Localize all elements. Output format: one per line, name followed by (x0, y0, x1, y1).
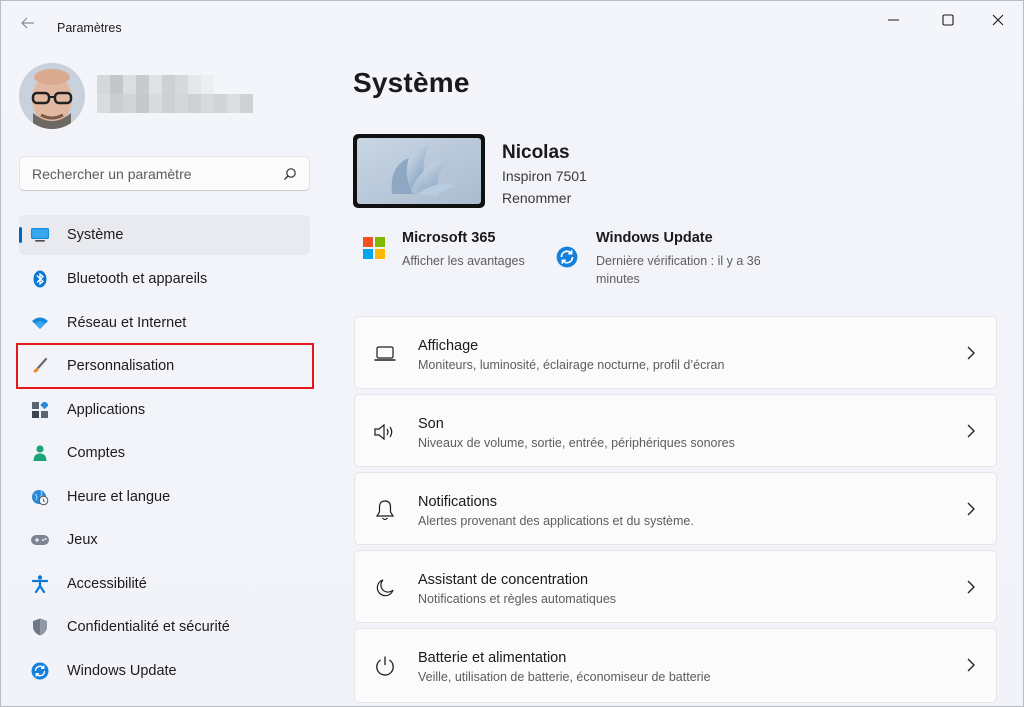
sidebar-item-confidentialite[interactable]: Confidentialité et sécurité (19, 607, 310, 647)
sidebar-item-label: Bluetooth et appareils (67, 271, 208, 287)
app-title: Paramètres (57, 21, 122, 35)
sidebar-item-applications[interactable]: Applications (19, 390, 310, 430)
search-input[interactable] (32, 164, 272, 184)
avatar[interactable] (19, 63, 85, 129)
promo-subtitle: Dernière vérification : il y a 36 minute… (596, 254, 761, 286)
wifi-icon (31, 314, 49, 332)
shield-icon (31, 618, 49, 636)
power-icon (373, 654, 397, 678)
card-title: Notifications (418, 494, 497, 510)
page-title: Système (353, 67, 470, 98)
sidebar-item-label: Accessibilité (67, 576, 147, 592)
promo-title: Microsoft 365 (402, 230, 496, 246)
device-name: Nicolas (502, 142, 570, 163)
card-batterie[interactable]: Batterie et alimentation Veille, utilisa… (354, 628, 997, 703)
sidebar-item-reseau[interactable]: Réseau et Internet (19, 303, 310, 343)
sidebar-item-label: Jeux (67, 532, 98, 548)
back-arrow-icon[interactable] (15, 13, 41, 33)
card-title: Son (418, 416, 444, 432)
card-assistant-concentration[interactable]: Assistant de concentration Notifications… (354, 550, 997, 623)
sidebar-item-label: Système (67, 227, 124, 243)
close-button[interactable] (975, 9, 1021, 31)
settings-window: Paramètres Rechercher un paramètre Systè… (0, 0, 1024, 707)
promo-subtitle: Afficher les avantages (402, 254, 525, 268)
sidebar-item-heure-langue[interactable]: Heure et langue (19, 477, 310, 517)
maximize-button[interactable] (925, 9, 971, 31)
microsoft-logo-icon (363, 237, 385, 259)
laptop-icon (373, 342, 397, 366)
card-affichage[interactable]: Affichage Moniteurs, luminosité, éclaira… (354, 316, 997, 389)
card-subtitle: Alertes provenant des applications et du… (418, 514, 694, 528)
profile-name-blurred (97, 75, 253, 113)
bell-icon (373, 498, 397, 522)
sidebar-item-label: Applications (67, 402, 146, 418)
promo-title: Windows Update (596, 230, 713, 246)
rename-link[interactable]: Renommer (502, 190, 571, 206)
bluetooth-icon (31, 270, 49, 288)
apps-icon (31, 401, 49, 419)
person-icon (31, 444, 49, 462)
card-subtitle: Veille, utilisation de batterie, économi… (418, 670, 711, 684)
sidebar-item-jeux[interactable]: Jeux (19, 520, 310, 560)
search-box[interactable] (19, 156, 310, 191)
card-subtitle: Notifications et règles automatiques (418, 592, 617, 606)
card-title: Assistant de concentration (418, 572, 589, 588)
sidebar-item-personnalisation[interactable]: Personnalisation (19, 346, 310, 386)
sidebar-item-label: Réseau et Internet (67, 315, 187, 331)
gamepad-icon (31, 531, 49, 549)
chevron-right-icon (964, 500, 978, 518)
active-indicator (19, 227, 22, 243)
brush-icon (31, 357, 49, 375)
card-subtitle: Niveaux de volume, sortie, entrée, périp… (418, 436, 735, 450)
sidebar-item-label: Confidentialité et sécurité (67, 619, 230, 635)
moon-icon (373, 576, 397, 600)
sidebar-item-label: Windows Update (67, 663, 177, 679)
sidebar-item-bluetooth[interactable]: Bluetooth et appareils (19, 259, 310, 299)
chevron-right-icon (964, 344, 978, 362)
chevron-right-icon (964, 578, 978, 596)
chevron-right-icon (964, 422, 978, 440)
sidebar-item-windows-update[interactable]: Windows Update (19, 651, 310, 691)
device-model: Inspiron 7501 (502, 168, 587, 184)
device-wallpaper-thumbnail (353, 134, 485, 208)
sidebar-item-label: Heure et langue (67, 489, 171, 505)
search-icon[interactable] (283, 167, 297, 181)
display-icon (31, 226, 49, 244)
sidebar-item-label: Comptes (67, 445, 126, 461)
update-icon (31, 662, 49, 680)
card-subtitle: Moniteurs, luminosité, éclairage nocturn… (418, 358, 725, 372)
minimize-button[interactable] (871, 9, 917, 31)
chevron-right-icon (964, 656, 978, 674)
card-title: Affichage (418, 338, 479, 354)
card-notifications[interactable]: Notifications Alertes provenant des appl… (354, 472, 997, 545)
sidebar-item-systeme[interactable]: Système (19, 215, 310, 255)
sidebar-item-comptes[interactable]: Comptes (19, 433, 310, 473)
update-icon (556, 246, 578, 268)
accessibility-icon (31, 575, 49, 593)
sidebar-item-accessibilite[interactable]: Accessibilité (19, 564, 310, 604)
title-bar: Paramètres (1, 1, 1023, 41)
card-title: Batterie et alimentation (418, 650, 567, 666)
speaker-icon (373, 420, 397, 444)
sidebar-item-label: Personnalisation (67, 358, 175, 374)
card-son[interactable]: Son Niveaux de volume, sortie, entrée, p… (354, 394, 997, 467)
clock-globe-icon (31, 488, 49, 506)
